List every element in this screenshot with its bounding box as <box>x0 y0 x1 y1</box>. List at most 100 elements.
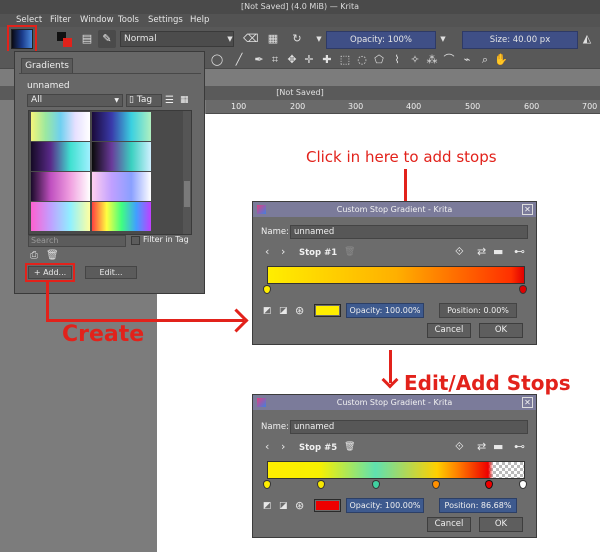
annotation-edit-add-stops: Edit/Add Stops <box>404 371 571 395</box>
background-color-icon[interactable]: ◪ <box>279 305 288 317</box>
opacity-slider[interactable]: Opacity: 100% <box>326 31 436 49</box>
preserve-alpha-icon[interactable]: ▦ <box>266 32 280 46</box>
sort-stops-icon[interactable]: ⇄ <box>477 246 486 258</box>
gradient-stop-marker-selected[interactable] <box>485 480 493 489</box>
gradient-preview-bar[interactable] <box>267 266 525 284</box>
ellipse-select-icon[interactable]: ◌ <box>355 53 369 67</box>
pan-tool-icon[interactable]: ✋ <box>494 53 508 67</box>
menu-window[interactable]: Window <box>80 14 114 27</box>
close-icon[interactable]: ✕ <box>522 204 533 215</box>
edit-button[interactable]: Edit... <box>85 266 137 279</box>
search-input[interactable]: Search <box>28 235 126 247</box>
flip-icon[interactable]: ⟐ <box>455 441 464 453</box>
tag-button[interactable]: ▯ Tag <box>126 94 162 107</box>
mirror-icon[interactable]: ◭ <box>580 32 594 46</box>
custom-color-icon[interactable]: ⊛ <box>295 305 304 317</box>
list-view-icon[interactable]: ☰ <box>165 94 176 107</box>
previous-stop-icon[interactable]: ‹ <box>265 441 269 453</box>
delete-stop-icon[interactable]: 🗑 <box>344 441 355 453</box>
move-tool-icon[interactable]: ✛ <box>302 53 316 67</box>
ok-button[interactable]: OK <box>479 323 523 338</box>
foreground-color-icon[interactable]: ◩ <box>263 305 272 317</box>
rect-select-icon[interactable]: ⬚ <box>338 53 352 67</box>
gradient-swatch[interactable] <box>92 112 151 141</box>
name-field[interactable]: unnamed <box>290 225 528 239</box>
freehand-select-icon[interactable]: ⌇ <box>390 53 404 67</box>
ok-button[interactable]: OK <box>479 517 523 532</box>
background-color-icon[interactable]: ◪ <box>279 500 288 512</box>
stop-opacity-field[interactable]: Opacity: 100.00% <box>346 303 424 318</box>
custom-color-icon[interactable]: ⊛ <box>295 500 304 512</box>
stop-opacity-field[interactable]: Opacity: 100.00% <box>346 498 424 513</box>
magnetic-select-icon[interactable]: ⌁ <box>460 53 474 67</box>
add-button[interactable]: + Add... <box>28 266 72 279</box>
reload-preset-icon[interactable]: ↻ <box>290 32 304 46</box>
distribute-colors-icon[interactable]: ▬ <box>493 441 503 453</box>
stop-position-field[interactable]: Position: 86.68% <box>439 498 517 513</box>
pin-icon[interactable]: ✚ <box>320 53 334 67</box>
shape-tool-icon[interactable]: ◯ <box>210 53 224 67</box>
blend-mode-select[interactable]: Normal <box>120 31 234 47</box>
color-swatches-icon[interactable] <box>57 32 73 48</box>
previous-stop-icon[interactable]: ‹ <box>265 246 269 258</box>
gradient-swatch[interactable] <box>31 202 90 231</box>
scrollbar[interactable] <box>183 111 191 234</box>
gradient-stop-marker[interactable] <box>263 285 271 294</box>
stop-color-button[interactable] <box>314 499 341 512</box>
import-icon[interactable]: ⎙ <box>30 250 38 261</box>
menu-help[interactable]: Help <box>190 14 209 27</box>
gradient-swatch[interactable] <box>92 172 151 201</box>
gradient-stop-marker[interactable] <box>519 480 527 489</box>
cancel-button[interactable]: Cancel <box>427 323 471 338</box>
gradient-selector-button[interactable] <box>11 29 33 49</box>
gradient-preview-bar[interactable] <box>267 461 525 479</box>
delete-icon[interactable]: 🗑 <box>46 250 59 261</box>
scrollbar-thumb[interactable] <box>184 181 190 207</box>
bezier-select-icon[interactable]: ⌒ <box>442 53 456 67</box>
gradient-stop-marker[interactable] <box>372 480 380 489</box>
name-field[interactable]: unnamed <box>290 420 528 434</box>
brush-preset-icon[interactable]: ✎ <box>98 30 116 48</box>
gradient-swatch[interactable] <box>31 142 90 171</box>
gradient-swatch[interactable] <box>31 172 90 201</box>
line-tool-icon[interactable]: ╱ <box>232 53 246 67</box>
flip-icon[interactable]: ⟐ <box>455 246 464 258</box>
next-stop-icon[interactable]: › <box>281 246 285 258</box>
filter-in-tag-checkbox[interactable] <box>131 236 140 245</box>
cancel-button[interactable]: Cancel <box>427 517 471 532</box>
gradient-swatch[interactable] <box>92 202 151 231</box>
gradient-stop-marker[interactable] <box>317 480 325 489</box>
gradient-swatch[interactable] <box>31 112 90 141</box>
menu-filter[interactable]: Filter <box>50 14 71 27</box>
crop-tool-icon[interactable]: ⌗ <box>268 53 282 67</box>
gradient-list[interactable] <box>28 110 192 235</box>
contiguous-select-icon[interactable]: ✧ <box>408 53 422 67</box>
gradient-stop-marker[interactable] <box>263 480 271 489</box>
size-slider[interactable]: Size: 40.00 px <box>462 31 578 49</box>
gradient-stop-marker[interactable] <box>432 480 440 489</box>
delete-stop-icon[interactable]: 🗑 <box>344 246 355 258</box>
stop-position-field[interactable]: Position: 0.00% <box>439 303 517 318</box>
eraser-icon[interactable]: ⌫ <box>243 32 259 46</box>
similar-select-icon[interactable]: ⁂ <box>425 53 439 67</box>
next-stop-icon[interactable]: › <box>281 441 285 453</box>
tab-gradients[interactable]: Gradients <box>21 58 73 73</box>
filter-select[interactable]: All ▼ <box>27 94 123 107</box>
grid-view-icon[interactable]: ▦ <box>180 94 196 107</box>
zoom-tool-icon[interactable]: ⌕ <box>478 53 492 67</box>
pattern-icon[interactable]: ▤ <box>80 32 94 46</box>
menu-settings[interactable]: Settings <box>148 14 183 27</box>
stop-color-button[interactable] <box>314 304 341 317</box>
even-spacing-icon[interactable]: ⊷ <box>514 246 525 258</box>
calligraphy-tool-icon[interactable]: ✒ <box>252 53 266 67</box>
gradient-swatch[interactable] <box>92 142 151 171</box>
poly-select-icon[interactable]: ⬠ <box>372 53 386 67</box>
close-icon[interactable]: ✕ <box>522 397 533 408</box>
sort-stops-icon[interactable]: ⇄ <box>477 441 486 453</box>
menu-tools[interactable]: Tools <box>118 14 139 27</box>
even-spacing-icon[interactable]: ⊷ <box>514 441 525 453</box>
gradient-stop-marker[interactable] <box>519 285 527 294</box>
distribute-colors-icon[interactable]: ▬ <box>493 246 503 258</box>
transform-tool-icon[interactable]: ✥ <box>285 53 299 67</box>
foreground-color-icon[interactable]: ◩ <box>263 500 272 512</box>
